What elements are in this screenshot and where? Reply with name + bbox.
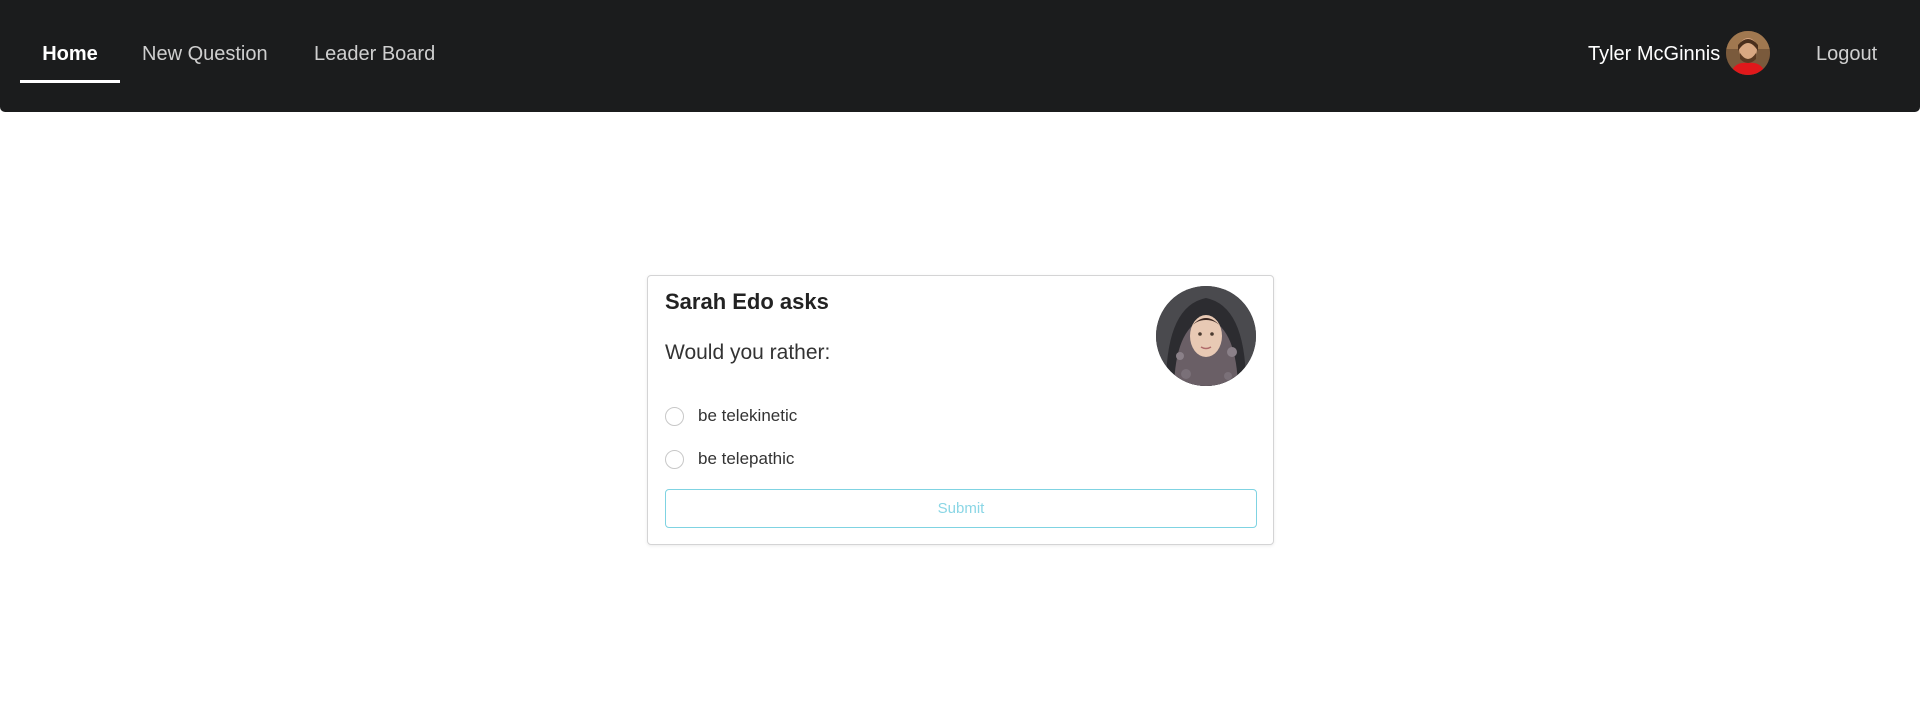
nav-item-leader-board[interactable]: Leader Board (314, 0, 435, 83)
submit-button[interactable]: Submit (665, 489, 1257, 528)
user-avatar-icon (1726, 31, 1770, 75)
answer-option-label: be telekinetic (698, 406, 798, 425)
radio-two[interactable] (665, 449, 684, 469)
question-prompt: Would you rather: (665, 341, 831, 364)
answer-option-one[interactable]: be telekinetic (665, 404, 797, 428)
question-author-title: Sarah Edo asks (665, 289, 829, 314)
answer-option-label: be telepathic (698, 449, 795, 468)
top-navbar: Home New Question Leader Board Tyler McG… (0, 0, 1920, 112)
asker-avatar-icon (1156, 286, 1256, 386)
current-user-name: Tyler McGinnis (1588, 43, 1721, 65)
question-card: Sarah Edo asks Would you rather: be tele… (647, 275, 1274, 545)
radio-one[interactable] (665, 406, 684, 426)
answer-option-two[interactable]: be telepathic (665, 447, 794, 471)
logout-button[interactable]: Logout (1816, 0, 1877, 108)
user-avatar-photo-icon (1726, 31, 1770, 75)
asker-avatar-photo-icon (1156, 286, 1256, 386)
nav-item-home[interactable]: Home (20, 0, 120, 83)
nav-item-new-question[interactable]: New Question (142, 0, 268, 83)
